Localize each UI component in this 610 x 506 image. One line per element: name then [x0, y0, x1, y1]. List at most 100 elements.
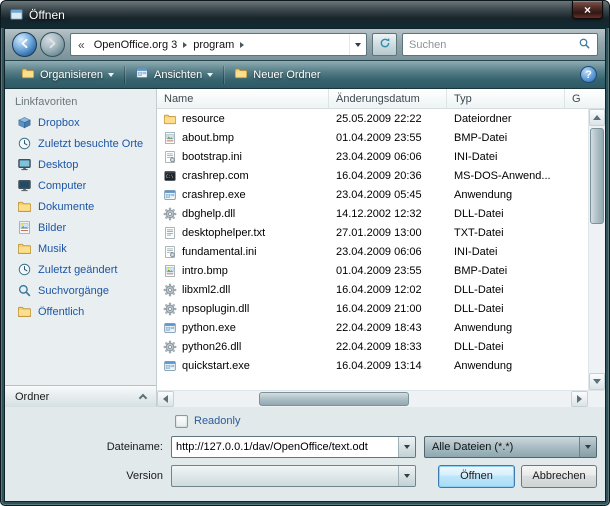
sidebar-item-label: Dropbox: [38, 117, 80, 129]
file-row[interactable]: bootstrap.ini23.04.2009 06:06INI-Datei: [157, 147, 588, 166]
filetype-value: Alle Dateien (*.*): [425, 441, 579, 453]
breadcrumb-separator-icon[interactable]: [183, 42, 187, 48]
sidebar-item-zuletzt-besuchte-orte[interactable]: Zuletzt besuchte Orte: [5, 133, 156, 154]
breadcrumb-overflow[interactable]: «: [78, 38, 85, 52]
scroll-down-button[interactable]: [589, 373, 605, 390]
forward-button[interactable]: [40, 32, 65, 57]
file-date: 01.04.2009 23:55: [329, 132, 447, 144]
new-folder-label: Neuer Ordner: [253, 69, 320, 81]
bottom-panel: Readonly Dateiname: Alle Dateien (*.*) V…: [5, 407, 605, 501]
column-header-type[interactable]: Typ: [447, 89, 565, 109]
scroll-up-button[interactable]: [589, 109, 605, 126]
chevron-up-icon: [139, 394, 147, 402]
filetype-combo[interactable]: Alle Dateien (*.*): [424, 436, 597, 458]
sidebar-item-label: Computer: [38, 180, 86, 192]
column-header-date[interactable]: Änderungsdatum: [329, 89, 447, 109]
vertical-scrollbar[interactable]: [588, 109, 605, 390]
file-date: 25.05.2009 22:22: [329, 113, 447, 125]
file-type: Anwendung: [447, 322, 565, 334]
file-row[interactable]: desktophelper.txt27.01.2009 13:00TXT-Dat…: [157, 223, 588, 242]
file-row[interactable]: resource25.05.2009 22:22Dateiordner: [157, 109, 588, 128]
file-row[interactable]: libxml2.dll16.04.2009 12:02DLL-Datei: [157, 280, 588, 299]
file-row[interactable]: crashrep.exe23.04.2009 05:45Anwendung: [157, 185, 588, 204]
file-row[interactable]: python.exe22.04.2009 18:43Anwendung: [157, 318, 588, 337]
column-header-name[interactable]: Name: [157, 89, 329, 109]
horizontal-scrollbar[interactable]: [157, 390, 605, 407]
file-row[interactable]: npsoplugin.dll16.04.2009 21:00DLL-Datei: [157, 299, 588, 318]
file-date: 22.04.2009 18:43: [329, 322, 447, 334]
search-icon[interactable]: [578, 37, 591, 53]
cancel-button[interactable]: Abbrechen: [521, 465, 597, 488]
new-folder-button[interactable]: Neuer Ordner: [226, 64, 328, 86]
filename-label: Dateiname:: [5, 441, 171, 453]
file-type: DLL-Datei: [447, 303, 565, 315]
file-type: MS-DOS-Anwend...: [447, 170, 565, 182]
scroll-left-button[interactable]: [157, 391, 174, 407]
filetype-dropdown-button[interactable]: [579, 437, 596, 457]
views-icon: [135, 66, 149, 83]
refresh-button[interactable]: [372, 33, 397, 56]
version-combo[interactable]: [171, 465, 416, 487]
breadcrumb-item-program[interactable]: program: [189, 39, 238, 51]
ini-icon: [163, 245, 177, 259]
sidebar-item-label: Zuletzt besuchte Orte: [38, 138, 143, 150]
sidebar-item-dropbox[interactable]: Dropbox: [5, 112, 156, 133]
organize-button[interactable]: Organisieren: [13, 64, 122, 86]
computer-icon: [17, 178, 32, 193]
folders-band[interactable]: Ordner: [5, 385, 156, 407]
horizontal-scroll-thumb[interactable]: [259, 392, 409, 406]
sidebar-item-musik[interactable]: Musik: [5, 238, 156, 259]
sidebar-item-zuletzt-geandert[interactable]: Zuletzt geändert: [5, 259, 156, 280]
scroll-right-button[interactable]: [571, 391, 588, 407]
back-button[interactable]: [12, 32, 37, 57]
vertical-scroll-thumb[interactable]: [590, 128, 604, 224]
filename-dropdown-button[interactable]: [398, 437, 415, 457]
breadcrumb[interactable]: « OpenOffice.org 3 program: [70, 33, 367, 56]
horizontal-scroll-track[interactable]: [174, 391, 571, 407]
file-row[interactable]: python26.dll22.04.2009 18:33DLL-Datei: [157, 337, 588, 356]
open-dialog: Öffnen × « OpenOffice.org 3 program: [0, 0, 610, 506]
dialog-content: « OpenOffice.org 3 program Organisieren: [4, 28, 606, 502]
search-input[interactable]: [409, 39, 578, 51]
dialog-icon: [9, 7, 24, 22]
sidebar-item-dokumente[interactable]: Dokumente: [5, 196, 156, 217]
help-button[interactable]: ?: [580, 66, 597, 83]
forward-arrow-icon: [46, 37, 59, 53]
views-button[interactable]: Ansichten: [127, 64, 221, 86]
file-row[interactable]: crashrep.com16.04.2009 20:36MS-DOS-Anwen…: [157, 166, 588, 185]
sidebar-item-offentlich[interactable]: Öffentlich: [5, 301, 156, 322]
bmp-icon: [163, 131, 177, 145]
ini-icon: [163, 150, 177, 164]
column-header-size[interactable]: G: [565, 89, 605, 109]
version-dropdown-button[interactable]: [398, 466, 415, 486]
vertical-scroll-track[interactable]: [589, 126, 605, 373]
file-row[interactable]: about.bmp01.04.2009 23:55BMP-Datei: [157, 128, 588, 147]
searches-icon: [17, 283, 32, 298]
file-row[interactable]: dbghelp.dll14.12.2002 12:32DLL-Datei: [157, 204, 588, 223]
breadcrumb-separator-icon[interactable]: [240, 42, 244, 48]
file-date: 16.04.2009 13:14: [329, 360, 447, 372]
file-name-cell: python26.dll: [157, 340, 329, 354]
close-button[interactable]: ×: [572, 1, 603, 19]
file-row[interactable]: quickstart.exe16.04.2009 13:14Anwendung: [157, 356, 588, 375]
triangle-up-icon: [593, 115, 601, 120]
sidebar-item-suchvorgange[interactable]: Suchvorgänge: [5, 280, 156, 301]
open-button[interactable]: Öffnen: [438, 465, 515, 488]
breadcrumb-dropdown[interactable]: [349, 34, 366, 55]
file-row[interactable]: fundamental.ini23.04.2009 06:06INI-Datei: [157, 242, 588, 261]
filename-combo[interactable]: [171, 436, 416, 458]
file-name-cell: crashrep.exe: [157, 188, 329, 202]
sidebar-item-label: Bilder: [38, 222, 66, 234]
readonly-checkbox[interactable]: [175, 415, 188, 428]
sidebar-item-bilder[interactable]: Bilder: [5, 217, 156, 238]
search-box[interactable]: [402, 33, 598, 56]
file-row[interactable]: intro.bmp01.04.2009 23:55BMP-Datei: [157, 261, 588, 280]
breadcrumb-item-openoffice[interactable]: OpenOffice.org 3: [90, 39, 182, 51]
main-area: Linkfavoriten DropboxZuletzt besuchte Or…: [5, 89, 605, 407]
triangle-right-icon: [577, 395, 582, 403]
file-name: about.bmp: [182, 132, 234, 144]
sidebar-item-desktop[interactable]: Desktop: [5, 154, 156, 175]
filename-input[interactable]: [172, 441, 398, 453]
sidebar-item-computer[interactable]: Computer: [5, 175, 156, 196]
readonly-label[interactable]: Readonly: [194, 415, 240, 427]
